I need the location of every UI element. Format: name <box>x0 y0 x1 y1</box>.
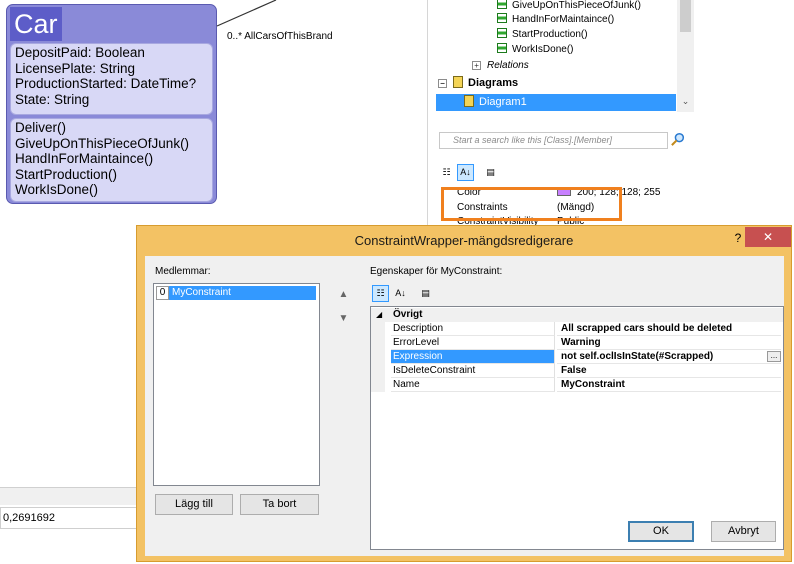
member-name: MyConstraint <box>169 286 316 300</box>
method-icon <box>497 0 507 9</box>
method-item[interactable]: WorkIsDone() <box>15 182 208 198</box>
class-box-car[interactable]: Car DepositPaid: Boolean LicensePlate: S… <box>6 4 217 204</box>
method-item[interactable]: Deliver() <box>15 120 208 136</box>
method-item[interactable]: GiveUpOnThisPieceOfJunk() <box>15 136 208 152</box>
association-label[interactable]: 0..* AllCarsOfThisBrand <box>227 31 333 42</box>
search-input[interactable]: Start a search like this [Class].[Member… <box>439 132 668 149</box>
move-up-icon[interactable]: ▲ <box>335 286 352 303</box>
property-pages-icon[interactable]: ▤ <box>482 164 499 181</box>
tree-method-item[interactable]: HandInForMaintaince() <box>497 12 614 27</box>
search-icon[interactable] <box>670 132 685 147</box>
dialog-title: ConstraintWrapper-mängdsredigerare <box>354 233 574 248</box>
attribute-item[interactable]: ProductionStarted: DateTime? <box>15 76 208 92</box>
method-icon <box>497 13 507 23</box>
tree-diagrams-node[interactable]: − Diagrams <box>438 76 518 91</box>
collapse-icon[interactable]: ◢ <box>376 308 382 322</box>
diagram-folder-icon <box>453 76 463 88</box>
tree-relations-node[interactable]: + Relations <box>472 58 529 73</box>
method-item[interactable]: HandInForMaintaince() <box>15 151 208 167</box>
categorized-icon[interactable]: ☷ <box>372 285 389 302</box>
method-icon <box>497 43 507 53</box>
scrollbar-thumb[interactable] <box>680 0 691 32</box>
tree-diagram-item[interactable]: Diagram1 <box>436 94 676 111</box>
attribute-item[interactable]: DepositPaid: Boolean <box>15 45 208 61</box>
grid-toolbar: ☷ A↓ ▤ <box>370 283 784 305</box>
property-row[interactable]: IsDeleteConstraint False <box>371 364 783 378</box>
property-row-selected[interactable]: Expression not self.oclIsInState(#Scrapp… <box>371 350 783 364</box>
attribute-item[interactable]: LicensePlate: String <box>15 61 208 77</box>
scroll-down-icon[interactable]: ⌄ <box>680 96 691 108</box>
coordinate-field[interactable]: 0,2691692 <box>0 507 138 529</box>
categorized-icon[interactable]: ☷ <box>438 164 455 181</box>
collection-editor-dialog: ConstraintWrapper-mängdsredigerare ? ✕ M… <box>136 225 792 562</box>
members-list[interactable]: 0 MyConstraint <box>153 283 320 486</box>
member-index: 0 <box>156 286 169 300</box>
method-item[interactable]: StartProduction() <box>15 167 208 183</box>
class-name[interactable]: Car <box>10 7 62 41</box>
ellipsis-button[interactable]: ... <box>767 351 781 362</box>
category-row[interactable]: ◢ Övrigt <box>371 308 783 322</box>
close-button[interactable]: ✕ <box>745 227 791 247</box>
property-row[interactable]: Name MyConstraint <box>371 378 783 392</box>
remove-button[interactable]: Ta bort <box>240 494 319 515</box>
list-item[interactable]: 0 MyConstraint <box>156 286 316 300</box>
expand-icon[interactable]: + <box>472 61 481 70</box>
attribute-item[interactable]: State: String <box>15 92 208 108</box>
tree-method-item[interactable]: StartProduction() <box>497 27 588 42</box>
add-button[interactable]: Lägg till <box>155 494 233 515</box>
tree-method-item[interactable]: WorkIsDone() <box>497 42 574 57</box>
property-row[interactable]: Description All scrapped cars should be … <box>371 322 783 336</box>
alphabetical-icon[interactable]: A↓ <box>392 285 409 302</box>
highlight-annotation <box>441 187 622 221</box>
cancel-button[interactable]: Avbryt <box>711 521 776 542</box>
move-down-icon[interactable]: ▼ <box>335 310 352 327</box>
ok-button[interactable]: OK <box>628 521 694 542</box>
properties-toolbar: ☷ A↓ ▤ <box>438 164 508 182</box>
properties-label: Egenskaper för MyConstraint: <box>370 266 503 277</box>
diagram-icon <box>464 95 474 107</box>
dialog-body: Medlemmar: Egenskaper för MyConstraint: … <box>145 256 784 556</box>
members-label: Medlemmar: <box>155 266 211 277</box>
methods-section: Deliver() GiveUpOnThisPieceOfJunk() Hand… <box>10 118 213 202</box>
property-grid[interactable]: ◢ Övrigt Description All scrapped cars s… <box>370 306 784 550</box>
collapse-icon[interactable]: − <box>438 79 447 88</box>
horizontal-scrollbar[interactable] <box>0 487 140 505</box>
association-line[interactable] <box>214 0 284 30</box>
attributes-section: DepositPaid: Boolean LicensePlate: Strin… <box>10 43 213 115</box>
property-row[interactable]: ErrorLevel Warning <box>371 336 783 350</box>
method-icon <box>497 28 507 38</box>
property-pages-icon[interactable]: ▤ <box>417 285 434 302</box>
alphabetical-icon[interactable]: A↓ <box>457 164 474 181</box>
